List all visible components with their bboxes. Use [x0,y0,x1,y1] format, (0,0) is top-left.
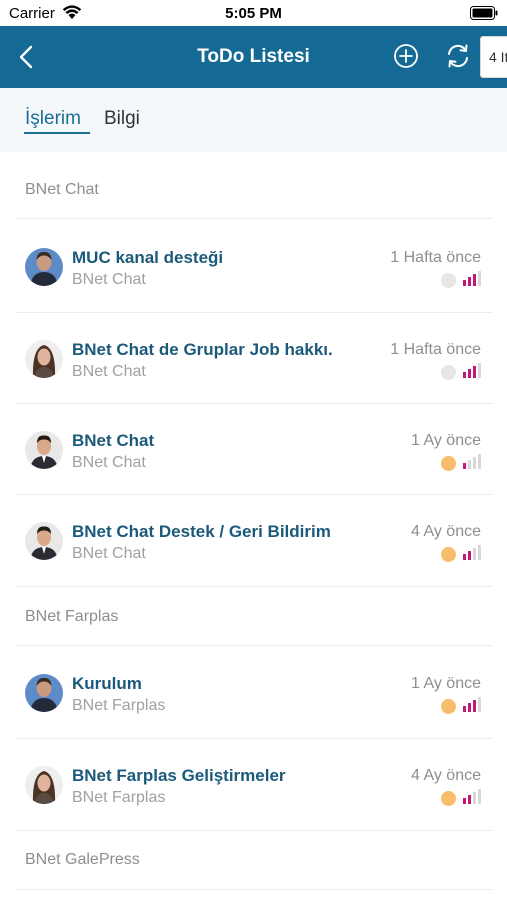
divider [16,586,493,587]
avatar [25,766,63,804]
section-header: BNet Chat [25,181,99,198]
task-row[interactable]: MUC kanal desteği BNet Chat 1 Hafta önce [0,248,507,328]
task-project: BNet Chat [72,271,146,288]
section-header: BNet Farplas [25,608,119,625]
priority-icon [463,789,481,804]
task-time: 1 Ay önce [411,432,481,449]
avatar [25,431,63,469]
task-project: BNet Chat [72,545,146,562]
refresh-icon[interactable] [444,43,472,69]
status-bar: Carrier 5:05 PM [0,0,507,26]
item-count-label: 4 It [489,49,507,65]
task-title: BNet Farplas Geliştirmeler [72,766,286,785]
task-title: BNet Chat de Gruplar Job hakkı. [72,340,333,359]
item-count-button[interactable]: 4 It [480,36,507,78]
task-time: 4 Ay önce [411,523,481,540]
task-project: BNet Farplas [72,697,166,714]
add-icon[interactable] [393,43,419,69]
priority-icon [463,363,481,378]
navigation-bar: ToDo Listesi 4 It [0,26,507,88]
status-dot [441,699,456,714]
avatar [25,248,63,286]
status-dot [441,456,456,471]
section-header: BNet GalePress [25,851,140,868]
task-row[interactable]: BNet Chat de Gruplar Job hakkı. BNet Cha… [0,340,507,420]
task-time: 4 Ay önce [411,767,481,784]
divider [16,218,493,219]
divider [16,403,493,404]
tab-islerim[interactable]: İşlerim [25,108,81,130]
avatar [25,674,63,712]
avatar [25,340,63,378]
avatar [25,522,63,560]
status-dot [441,791,456,806]
task-project: BNet Farplas [72,789,166,806]
task-row[interactable]: Kurulum BNet Farplas 1 Ay önce [0,674,507,754]
divider [16,830,493,831]
divider [16,312,493,313]
status-dot [441,365,456,380]
priority-icon [463,271,481,286]
status-dot [441,547,456,562]
divider [16,738,493,739]
task-row[interactable]: BNet Farplas Geliştirmeler BNet Farplas … [0,766,507,846]
task-time: 1 Ay önce [411,675,481,692]
battery-icon [470,6,498,20]
clock: 5:05 PM [225,5,282,22]
divider [16,889,493,890]
task-project: BNet Chat [72,454,146,471]
page-title: ToDo Listesi [197,46,310,67]
task-project: BNet Chat [72,363,146,380]
active-tab-indicator [24,132,90,134]
task-row[interactable]: BNet Chat Destek / Geri Bildirim BNet Ch… [0,522,507,602]
status-dot [441,273,456,288]
task-time: 1 Hafta önce [390,249,481,266]
segment-tabs: İşlerim Bilgi [0,88,507,152]
task-title: BNet Chat Destek / Geri Bildirim [72,522,331,541]
priority-icon [463,545,481,560]
task-title: MUC kanal desteği [72,248,224,267]
divider [16,645,493,646]
divider [16,494,493,495]
priority-icon [463,454,481,469]
task-row[interactable]: BNet Chat BNet Chat 1 Ay önce [0,431,507,511]
priority-icon [463,697,481,712]
task-title: BNet Chat [72,431,155,450]
task-title: Kurulum [72,674,142,693]
tab-bilgi[interactable]: Bilgi [104,108,140,130]
task-time: 1 Hafta önce [390,341,481,358]
